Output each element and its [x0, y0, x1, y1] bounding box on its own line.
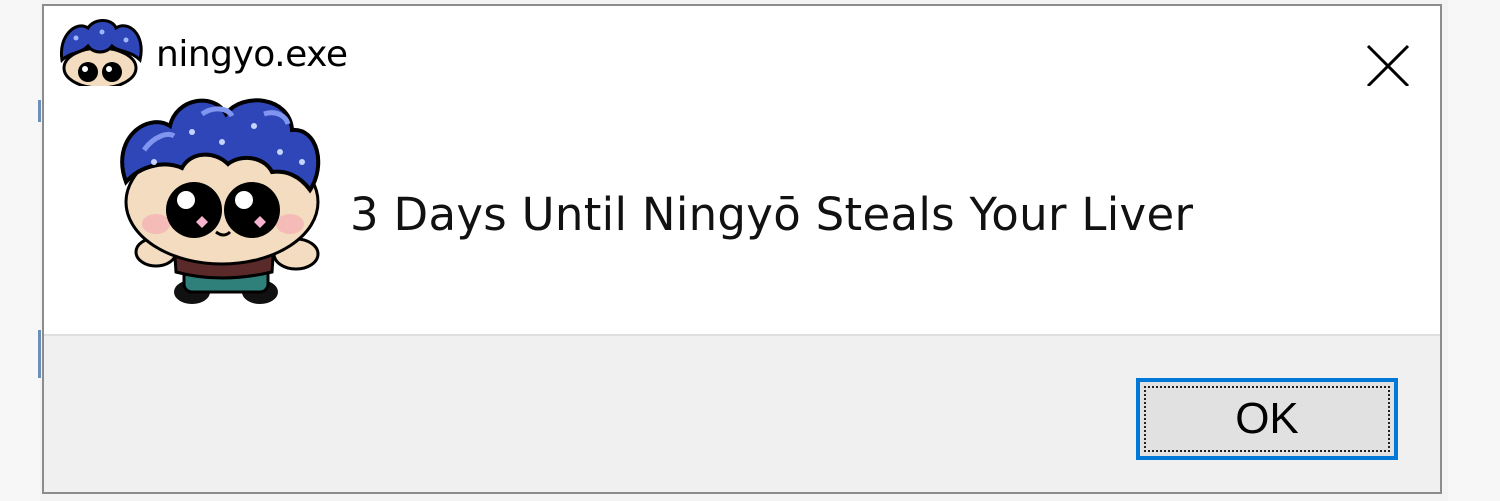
background-window-edge-right — [1448, 0, 1500, 501]
background-text-fragment — [38, 330, 41, 378]
message-area: 3 Days Until Ningyō Steals Your Liver — [44, 86, 1440, 334]
ok-button-label: OK — [1235, 394, 1299, 443]
background-text-fragment — [38, 100, 41, 122]
background-window-edge-left — [0, 0, 40, 501]
message-text: 3 Days Until Ningyō Steals Your Liver — [350, 188, 1194, 241]
ningyo-mascot-icon — [54, 16, 150, 90]
ningyo-mascot-illustration — [104, 92, 334, 312]
title-bar[interactable]: ningyo.exe — [44, 6, 1440, 90]
close-icon — [1366, 44, 1410, 88]
window-title: ningyo.exe — [156, 34, 348, 75]
message-box-dialog: ningyo.exe 3 Days Until Ningyō Steals Yo… — [42, 4, 1442, 494]
button-bar: OK — [44, 334, 1440, 492]
ok-button[interactable]: OK — [1136, 378, 1398, 460]
